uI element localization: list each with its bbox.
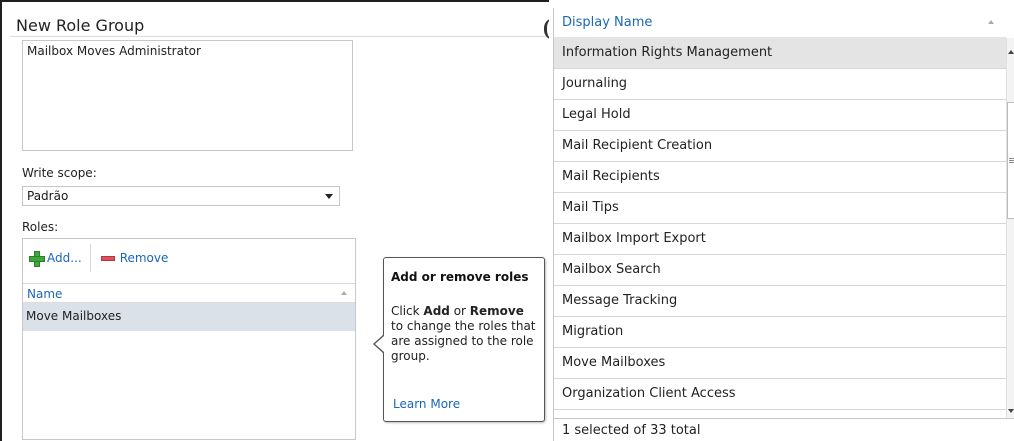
selection-status: 1 selected of 33 total <box>554 418 1014 441</box>
dialog-title: New Role Group <box>16 16 145 35</box>
write-scope-value: Padrão <box>27 189 69 203</box>
add-button-label: Add... <box>47 251 82 265</box>
list-item[interactable]: Legal Hold <box>554 100 1006 131</box>
roles-panel: Add... Remove Name Move Mailboxes <box>22 238 356 440</box>
sort-ascending-icon <box>988 20 994 24</box>
list-item[interactable]: Organization Configuration <box>554 410 1006 418</box>
list-item[interactable]: Mail Tips <box>554 193 1006 224</box>
list-item[interactable]: Mailbox Search <box>554 255 1006 286</box>
display-name-column-header[interactable]: Display Name <box>554 8 1006 38</box>
callout-title: Add or remove roles <box>391 270 529 284</box>
list-item[interactable]: Migration <box>554 317 1006 348</box>
plus-icon <box>29 251 45 267</box>
vertical-scrollbar[interactable] <box>1006 38 1014 418</box>
list-item[interactable]: Move Mailboxes <box>554 348 1006 379</box>
callout-body: Click Add or Remove to change the roles … <box>391 304 536 363</box>
callout-pointer <box>373 334 385 354</box>
scroll-up-icon[interactable] <box>1008 50 1014 54</box>
role-picker-list: Display Name Information Rights Manageme… <box>553 8 1014 441</box>
remove-button-label: Remove <box>119 251 169 265</box>
table-row[interactable]: Move Mailboxes <box>23 303 355 331</box>
sort-ascending-icon <box>341 291 347 295</box>
chevron-down-icon <box>325 193 333 199</box>
new-role-group-dialog: New Role Group Mailbox Moves Administrat… <box>0 0 549 441</box>
help-callout: Add or remove roles Click Add or Remove … <box>373 257 545 422</box>
display-name-header-label: Display Name <box>562 15 653 30</box>
grip-icon <box>1009 158 1014 159</box>
list-item[interactable]: Organization Client Access <box>554 379 1006 410</box>
roles-label: Roles: <box>22 220 59 234</box>
list-item[interactable]: Mailbox Import Export <box>554 224 1006 255</box>
list-item[interactable]: Information Rights Management <box>554 38 1006 69</box>
write-scope-label: Write scope: <box>22 166 97 180</box>
toolbar-divider <box>89 244 91 272</box>
list-item[interactable]: Message Tracking <box>554 286 1006 317</box>
roles-toolbar: Add... Remove <box>23 239 355 277</box>
write-scope-select[interactable]: Padrão <box>22 186 340 206</box>
learn-more-link[interactable]: Learn More <box>393 397 460 411</box>
list-item[interactable]: Journaling <box>554 69 1006 100</box>
description-textarea[interactable]: Mailbox Moves Administrator <box>22 40 353 151</box>
roles-column-header-label: Name <box>27 287 63 301</box>
list-item[interactable]: Mail Recipient Creation <box>554 131 1006 162</box>
remove-role-button[interactable]: Remove <box>100 251 169 265</box>
minus-icon <box>100 255 115 261</box>
list-item[interactable]: Mail Recipients <box>554 162 1006 193</box>
scrollbar-thumb[interactable] <box>1007 102 1014 219</box>
title-divider <box>10 36 549 37</box>
role-rows: Information Rights Management Journaling L… <box>554 38 1006 418</box>
scroll-down-icon[interactable] <box>1008 409 1014 413</box>
roles-column-header-name[interactable]: Name <box>23 283 355 303</box>
add-role-button[interactable]: Add... <box>29 251 82 267</box>
